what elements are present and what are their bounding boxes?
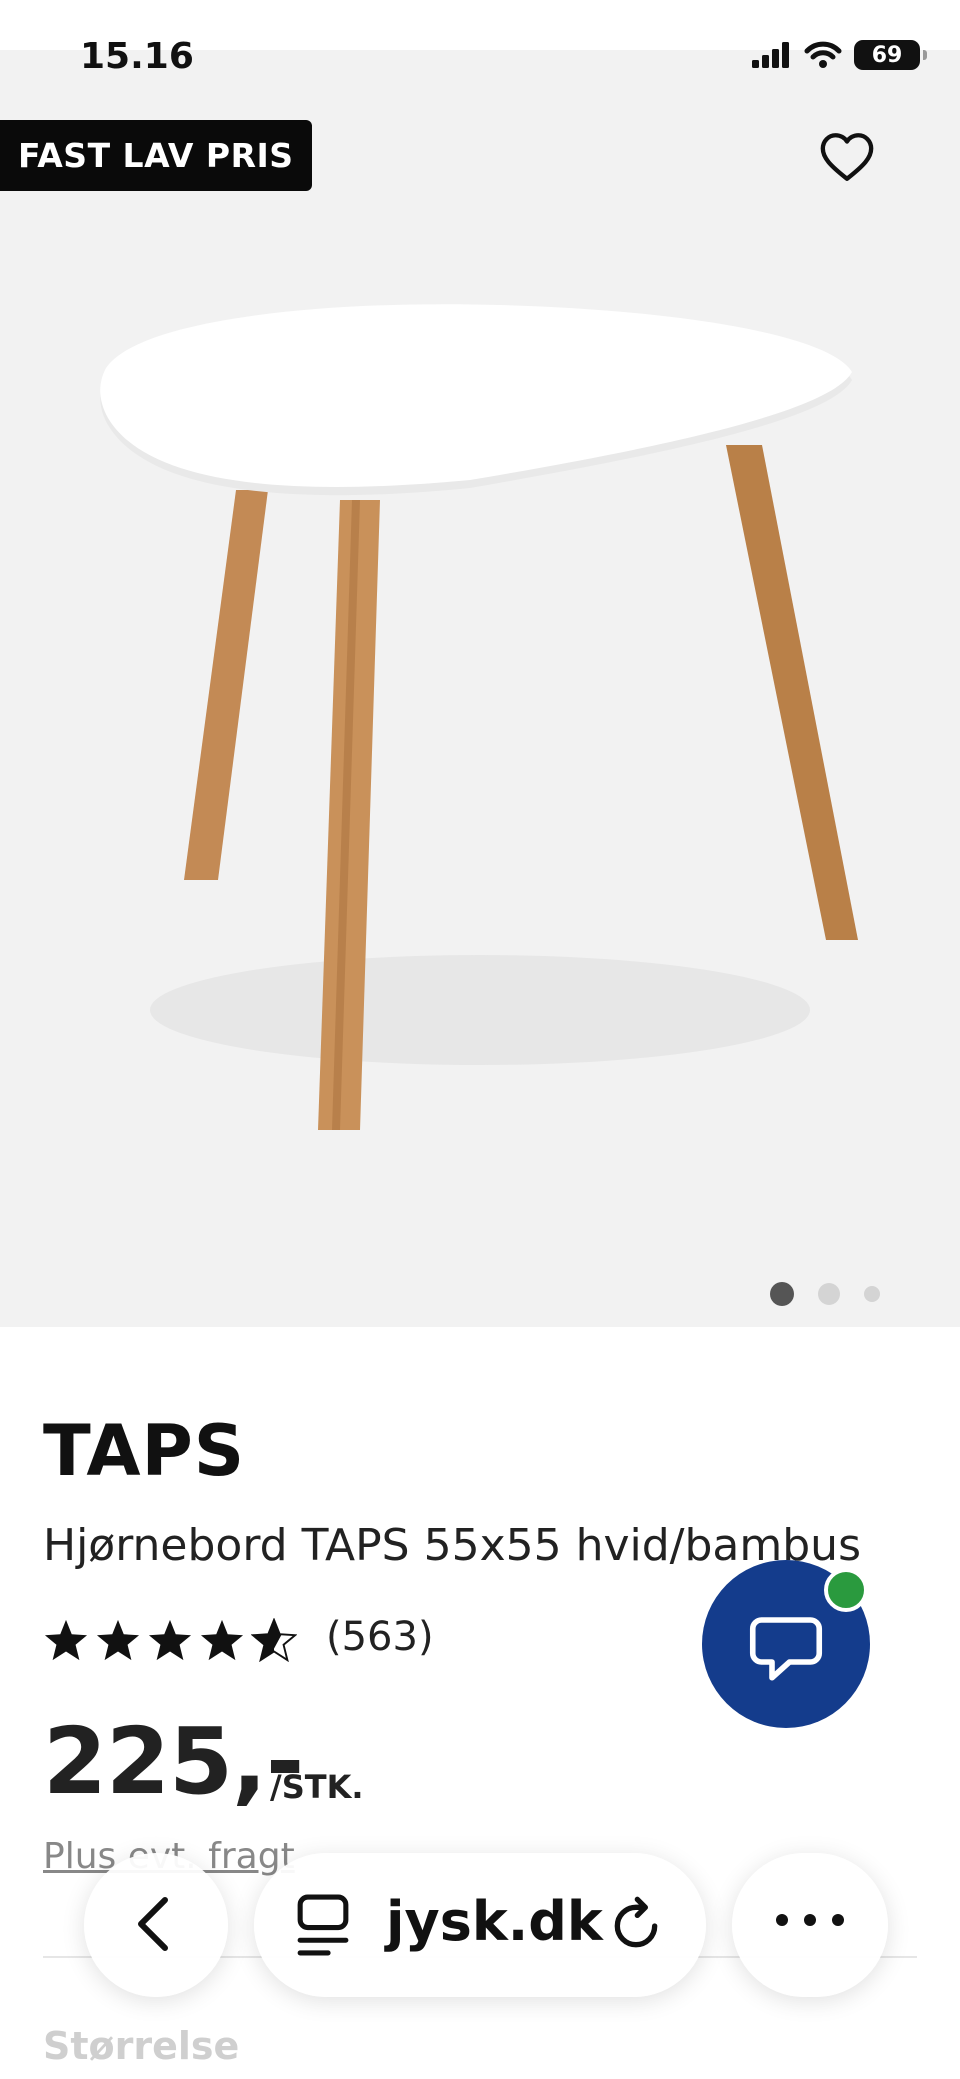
half-star-icon: [251, 1618, 297, 1662]
reload-icon[interactable]: [604, 1894, 668, 1958]
gallery-pagination[interactable]: [770, 1282, 880, 1306]
browser-url[interactable]: jysk.dk: [386, 1890, 603, 1953]
chat-bubble-icon: [749, 1617, 823, 1681]
status-time: 15.16: [80, 36, 194, 77]
favorite-heart-icon[interactable]: [818, 128, 876, 186]
rating-count[interactable]: (563): [326, 1614, 434, 1660]
star-icon: [148, 1619, 192, 1661]
rating-stars[interactable]: [43, 1618, 297, 1662]
back-chevron-icon: [138, 1897, 168, 1951]
size-section-label: Størrelse: [43, 2024, 240, 2068]
gallery-dot-3[interactable]: [864, 1286, 880, 1302]
star-icon: [200, 1619, 244, 1661]
reader-page-icon: [297, 1894, 349, 1956]
product-price: 225,-: [43, 1708, 304, 1815]
star-icon: [44, 1619, 88, 1661]
status-icons: 69: [752, 40, 927, 70]
promo-badge: FAST LAV PRIS: [0, 120, 312, 191]
product-gallery[interactable]: [0, 50, 960, 1327]
chat-online-indicator: [824, 1568, 868, 1612]
wifi-icon: [804, 41, 842, 68]
product-title: Hjørnebord TAPS 55x55 hvid/bambus: [43, 1520, 861, 1571]
battery-indicator: 69: [854, 40, 927, 70]
product-image: [100, 304, 858, 1130]
gallery-dot-2[interactable]: [818, 1283, 840, 1305]
cellular-signal-icon: [752, 42, 789, 68]
star-icon: [96, 1619, 140, 1661]
more-dots-icon: [776, 1914, 844, 1926]
product-brand: TAPS: [43, 1410, 246, 1492]
gallery-dot-1[interactable]: [770, 1282, 794, 1306]
price-unit: /STK.: [270, 1768, 364, 1806]
